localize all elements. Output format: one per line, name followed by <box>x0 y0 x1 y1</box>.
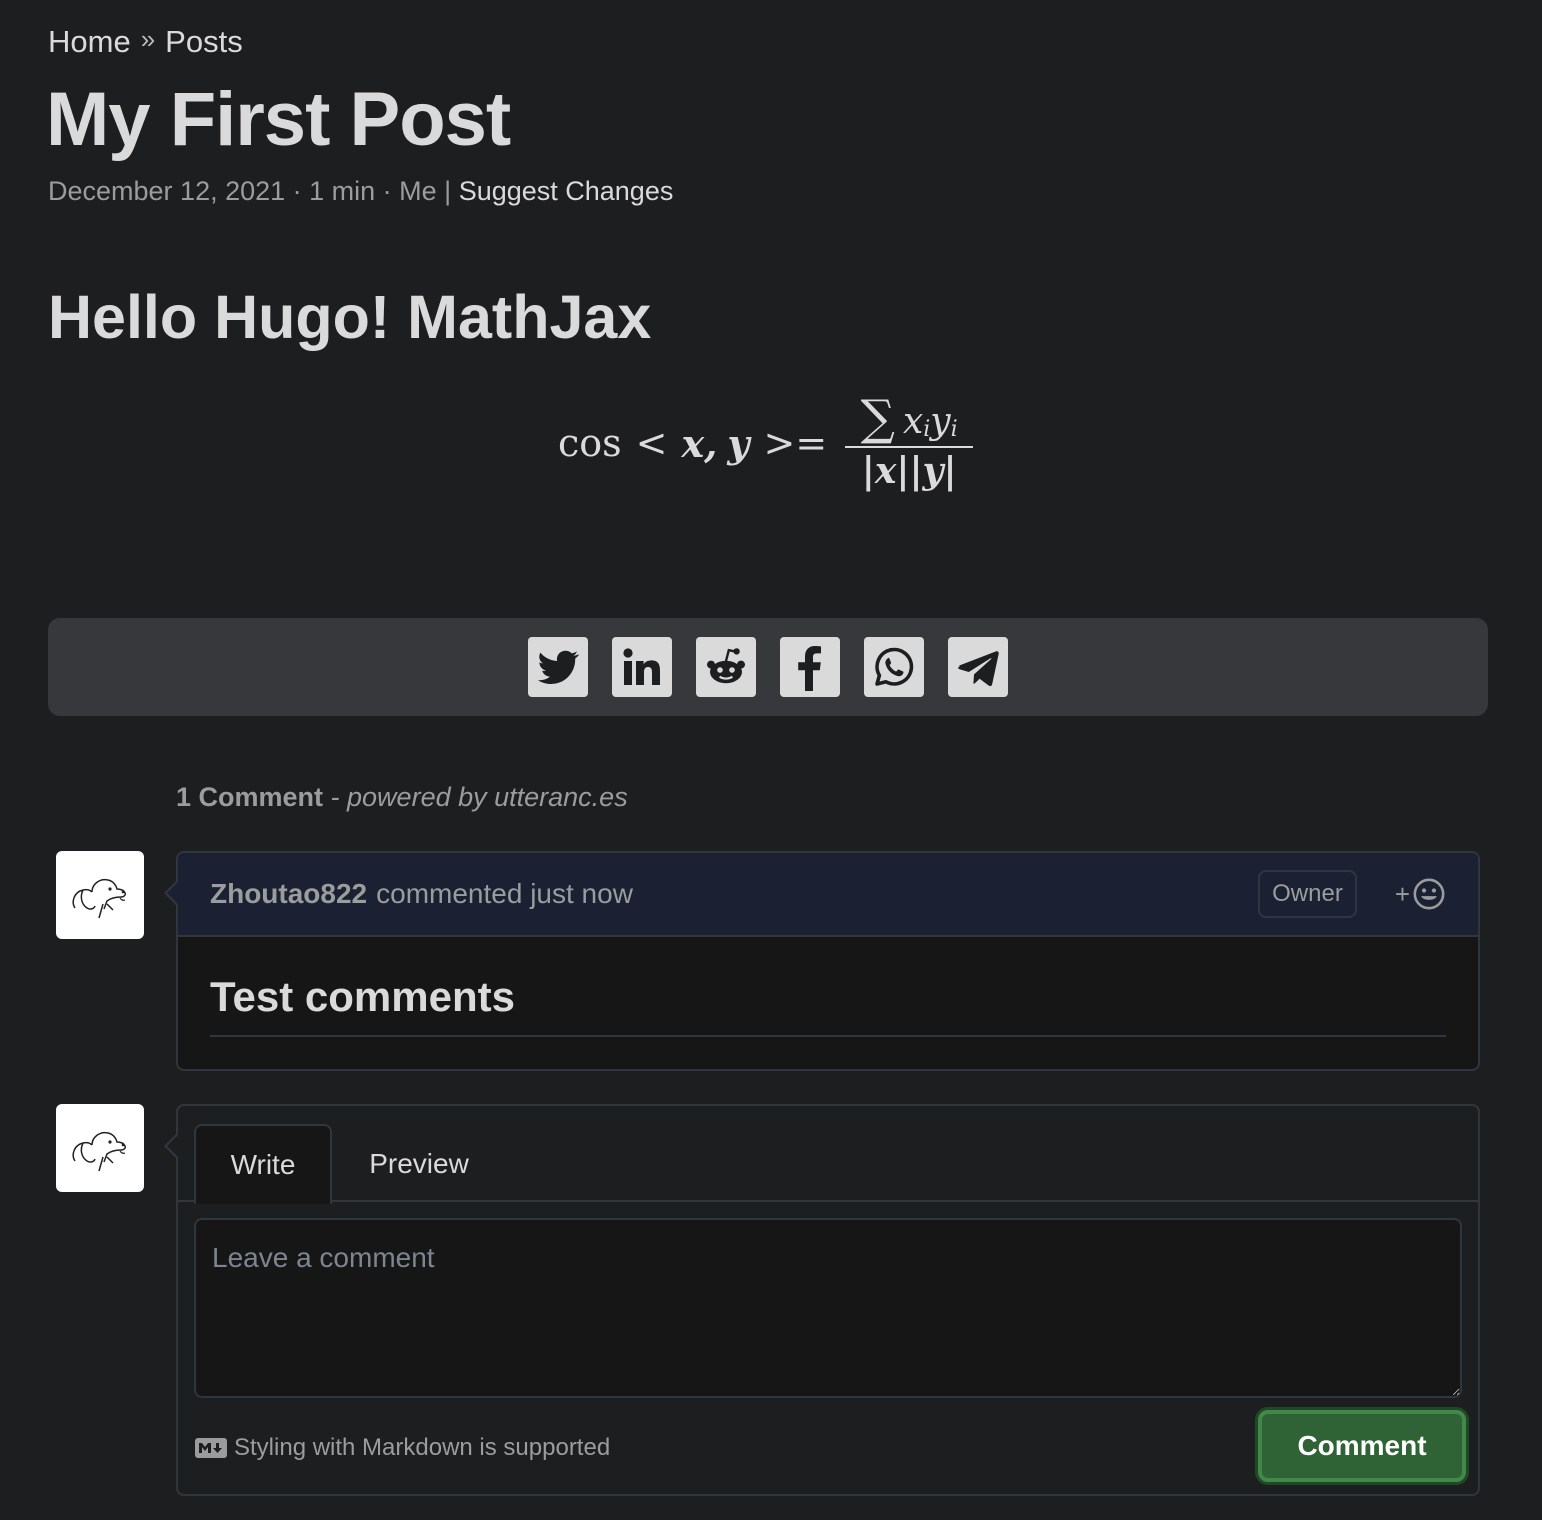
add-reaction-button[interactable]: + <box>1395 877 1446 911</box>
formula-denominator: |x||y| <box>862 448 957 492</box>
share-linkedin-button[interactable] <box>612 637 672 697</box>
avatar[interactable] <box>56 1104 144 1192</box>
dog-avatar-icon <box>72 1131 126 1172</box>
math-formula: cos < x , y >= ∑ xi yi |x||y| <box>558 394 974 492</box>
formula-numerator: ∑ xi yi <box>853 394 966 446</box>
tab-write[interactable]: Write <box>194 1124 332 1204</box>
comment-card: Zhoutao822 commented just now Owner + Te… <box>164 851 1480 1071</box>
comment-timestamp: commented just now <box>376 878 633 909</box>
formula-y: y <box>727 420 750 466</box>
breadcrumb-separator: » <box>140 23 156 54</box>
post-meta-text: December 12, 2021 · 1 min · Me | <box>48 176 459 206</box>
markdown-icon <box>195 1438 227 1458</box>
markdown-note: Styling with Markdown is supported <box>194 1434 610 1462</box>
comment-editor: Write Preview Styling with Markdown is s… <box>164 1104 1480 1496</box>
facebook-icon <box>798 646 821 691</box>
reaction-plus: + <box>1394 878 1410 909</box>
comment-body: Test comments <box>178 937 1478 1037</box>
formula-sum: ∑ <box>860 390 895 446</box>
formula-comma: , <box>704 420 718 466</box>
share-telegram-button[interactable] <box>948 637 1008 697</box>
editor-tabs: Write Preview <box>178 1106 1478 1204</box>
page-title: My First Post <box>46 77 511 162</box>
share-whatsapp-button[interactable] <box>864 637 924 697</box>
suggest-changes-link[interactable]: Suggest Changes <box>459 176 674 207</box>
share-twitter-button[interactable] <box>528 637 588 697</box>
twitter-icon <box>538 650 580 684</box>
smiley-icon <box>1413 878 1445 910</box>
formula-cos: cos <box>558 421 622 465</box>
formula-den-y: |y| <box>909 450 957 492</box>
post-meta: December 12, 2021 · 1 min · Me | Suggest… <box>48 176 673 207</box>
comment-author-link[interactable]: Zhoutao822 <box>210 878 367 910</box>
telegram-icon <box>958 651 999 687</box>
share-facebook-button[interactable] <box>780 637 840 697</box>
markdown-note-text: Styling with Markdown is supported <box>234 1434 611 1461</box>
reddit-icon <box>707 648 745 684</box>
formula-gteq: >= <box>763 421 828 465</box>
avatar[interactable] <box>56 851 144 939</box>
breadcrumb: Home » Posts <box>48 24 243 60</box>
formula-xi: x <box>902 401 924 442</box>
formula-den-x: |x| <box>861 450 910 492</box>
comment-count: 1 Comment - powered by utteranc.es <box>176 782 628 813</box>
formula-x: x <box>681 420 705 466</box>
formula-fraction: ∑ xi yi |x||y| <box>845 394 974 492</box>
formula-yi: y <box>930 401 951 442</box>
powered-by-utterances: - powered by utteranc.es <box>323 782 628 812</box>
whatsapp-icon <box>875 647 914 686</box>
tab-preview[interactable]: Preview <box>350 1124 488 1204</box>
comment-text: Test comments <box>210 973 1446 1037</box>
owner-badge: Owner <box>1258 870 1357 918</box>
comment-count-label: 1 Comment <box>176 782 324 812</box>
share-buttons-bar <box>48 618 1488 716</box>
formula-lt: < <box>635 421 668 465</box>
formula-sub-i2: i <box>950 417 958 442</box>
linkedin-icon <box>623 648 660 685</box>
comment-input[interactable] <box>194 1218 1462 1398</box>
post-heading: Hello Hugo! MathJax <box>48 283 652 351</box>
share-reddit-button[interactable] <box>696 637 756 697</box>
breadcrumb-posts-link[interactable]: Posts <box>165 24 243 60</box>
comment-submit-button[interactable]: Comment <box>1258 1410 1466 1482</box>
comment-header: Zhoutao822 commented just now Owner + <box>178 853 1478 937</box>
dog-avatar-icon <box>72 878 126 919</box>
breadcrumb-home-link[interactable]: Home <box>48 24 131 60</box>
